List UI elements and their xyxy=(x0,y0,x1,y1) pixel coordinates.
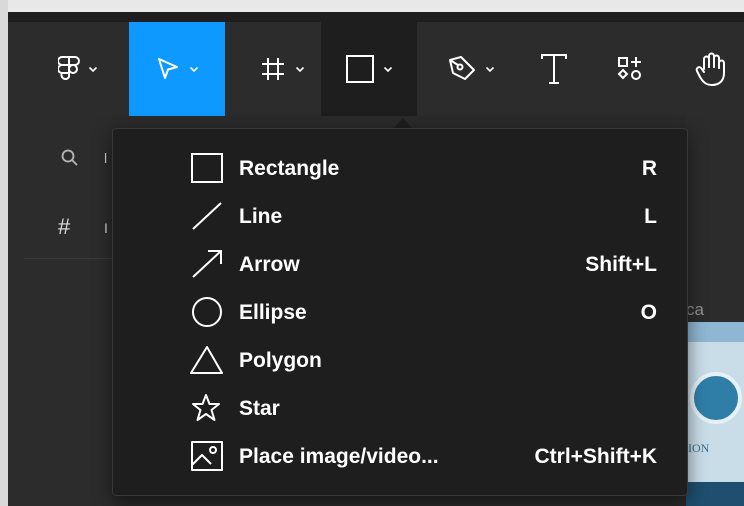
menu-item-arrow[interactable]: Arrow Shift+L xyxy=(113,240,687,288)
frames-label[interactable]: I xyxy=(104,220,112,236)
canvas-card-text: ION xyxy=(688,441,710,455)
menu-item-label: Polygon xyxy=(239,349,322,372)
rectangle-icon xyxy=(189,153,223,183)
pen-nib-icon xyxy=(447,54,477,84)
line-icon xyxy=(189,201,223,231)
hash-icon: # xyxy=(58,214,71,239)
chevron-down-icon[interactable] xyxy=(383,64,393,74)
window-edge xyxy=(0,0,8,506)
canvas-card-logo xyxy=(690,372,742,424)
resources-button[interactable] xyxy=(600,22,660,116)
menu-item-label: Rectangle xyxy=(239,157,340,180)
chevron-down-icon[interactable] xyxy=(485,64,495,74)
star-icon xyxy=(189,393,223,423)
left-panel xyxy=(8,116,112,506)
menu-item-polygon[interactable]: Polygon xyxy=(113,336,687,384)
menu-item-ellipse[interactable]: Ellipse O xyxy=(113,288,687,336)
figma-logo-icon xyxy=(58,55,80,83)
main-menu-button[interactable] xyxy=(40,22,116,116)
menu-item-shortcut: Shift+L xyxy=(585,253,657,276)
canvas-frame-label: ca xyxy=(686,300,704,319)
square-icon xyxy=(345,54,375,84)
polygon-icon xyxy=(189,345,223,375)
menu-item-label: Arrow xyxy=(239,253,300,276)
ellipse-icon xyxy=(189,297,223,327)
menu-item-line[interactable]: Line L xyxy=(113,192,687,240)
menu-item-label: Ellipse xyxy=(239,301,307,324)
menu-item-place-image[interactable]: Place image/video... Ctrl+Shift+K xyxy=(113,432,687,480)
search-icon[interactable] xyxy=(60,148,80,173)
menu-item-shortcut: O xyxy=(640,301,657,324)
hand-icon xyxy=(695,51,729,87)
menu-item-star[interactable]: Star xyxy=(113,384,687,432)
text-t-icon xyxy=(539,53,569,85)
text-tool-button[interactable] xyxy=(524,22,584,116)
image-icon xyxy=(189,441,223,471)
menu-item-shortcut: R xyxy=(641,157,657,180)
menu-item-label: Place image/video... xyxy=(239,445,439,468)
dropdown-pointer xyxy=(394,118,412,128)
pen-tool-button[interactable] xyxy=(432,22,510,116)
arrow-icon xyxy=(189,249,223,279)
move-tool-button[interactable] xyxy=(129,22,225,116)
shape-tools-menu: Rectangle R Line L Arrow Shift+L Ellipse… xyxy=(112,128,688,496)
hash-frame-icon xyxy=(259,55,287,83)
canvas-card-header xyxy=(686,322,744,342)
chevron-down-icon[interactable] xyxy=(189,64,199,74)
menu-item-rectangle[interactable]: Rectangle R xyxy=(113,144,687,192)
panel-divider xyxy=(24,258,112,259)
menu-item-label: Line xyxy=(239,205,283,228)
menu-item-shortcut: L xyxy=(644,205,657,228)
menu-item-label: Star xyxy=(239,397,280,420)
frame-tool-button[interactable] xyxy=(243,22,321,116)
chevron-down-icon[interactable] xyxy=(88,64,98,74)
hand-tool-button[interactable] xyxy=(680,22,744,116)
window-top-edge xyxy=(8,0,744,12)
resources-grid-icon xyxy=(616,55,644,83)
menu-item-shortcut: Ctrl+Shift+K xyxy=(534,445,657,468)
cursor-arrow-icon xyxy=(155,56,181,82)
canvas-card-footer xyxy=(686,482,744,506)
shape-tool-button[interactable] xyxy=(321,22,417,116)
chevron-down-icon[interactable] xyxy=(295,64,305,74)
toolbar-top-shade xyxy=(8,12,744,22)
search-input-text[interactable]: l xyxy=(104,150,112,166)
